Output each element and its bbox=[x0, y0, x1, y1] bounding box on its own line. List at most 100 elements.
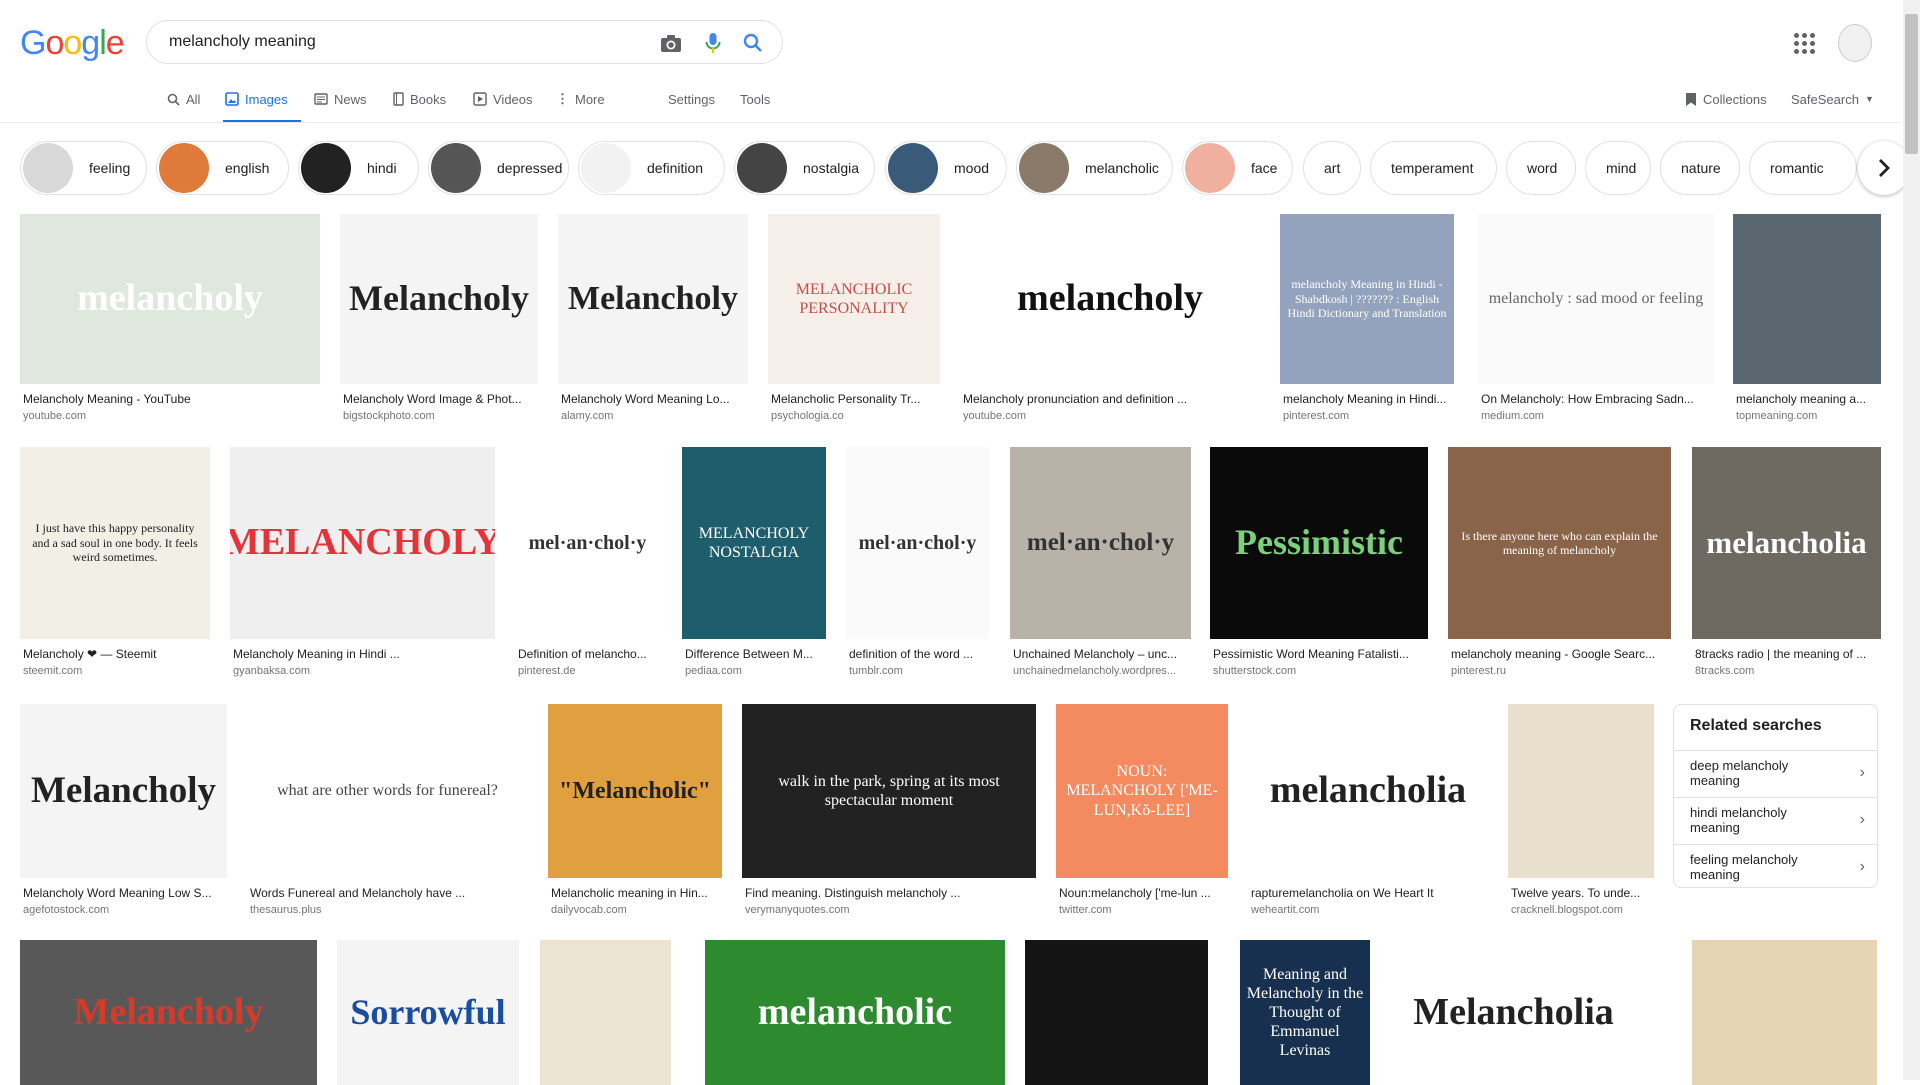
chip-english[interactable]: english bbox=[156, 141, 289, 195]
result-title[interactable]: Words Funereal and Melancholy have ... bbox=[250, 886, 527, 900]
result-title[interactable]: Melancholy pronunciation and definition … bbox=[963, 392, 1259, 406]
result-thumbnail[interactable]: melancholic bbox=[705, 940, 1005, 1085]
avatar[interactable] bbox=[1838, 24, 1872, 62]
result-thumbnail[interactable]: mel·an·chol·y bbox=[1010, 447, 1191, 639]
result-thumbnail[interactable] bbox=[1025, 940, 1208, 1085]
result-title[interactable]: Definition of melancho... bbox=[518, 647, 659, 661]
chip-nature[interactable]: nature bbox=[1660, 141, 1740, 195]
chip-face[interactable]: face bbox=[1182, 141, 1293, 195]
result-title[interactable]: Melancholy Word Meaning Lo... bbox=[561, 392, 747, 406]
settings-link[interactable]: Settings bbox=[668, 88, 715, 110]
video-icon bbox=[473, 92, 487, 106]
page-scrollbar[interactable] bbox=[1903, 0, 1920, 1080]
result-thumbnail[interactable]: what are other words for funereal? bbox=[247, 704, 528, 878]
result-thumbnail[interactable]: melancholy Meaning in Hindi - Shabdkosh … bbox=[1280, 214, 1454, 384]
result-thumbnail[interactable] bbox=[1508, 704, 1654, 878]
collections-link[interactable]: Collections bbox=[1685, 88, 1767, 110]
chip-nostalgia[interactable]: nostalgia bbox=[734, 141, 875, 195]
mic-icon[interactable] bbox=[701, 31, 725, 55]
result-thumbnail[interactable]: Melancholia bbox=[1392, 940, 1635, 1085]
more-vert-icon: ⋮ bbox=[556, 91, 569, 106]
tab-books[interactable]: Books bbox=[393, 88, 446, 110]
tab-more[interactable]: ⋮ More bbox=[556, 88, 605, 110]
chip-hindi[interactable]: hindi bbox=[298, 141, 419, 195]
chip-temperament[interactable]: temperament bbox=[1370, 141, 1497, 195]
thumbnail-text: melancholy bbox=[77, 277, 263, 320]
result-thumbnail[interactable]: melancholy : sad mood or feeling bbox=[1478, 214, 1714, 384]
result-thumbnail[interactable] bbox=[540, 940, 671, 1085]
result-thumbnail[interactable]: melancholy bbox=[960, 214, 1260, 384]
result-title[interactable]: rapturemelancholia on We Heart It bbox=[1251, 886, 1487, 900]
result-thumbnail[interactable]: melancholy bbox=[20, 214, 320, 384]
chip-art[interactable]: art bbox=[1303, 141, 1361, 195]
result-thumbnail[interactable]: Melancholy bbox=[20, 704, 227, 878]
chip-feeling[interactable]: feeling bbox=[20, 141, 147, 195]
result-title[interactable]: Find meaning. Distinguish melancholy ... bbox=[745, 886, 1035, 900]
result-title[interactable]: Unchained Melancholy – unc... bbox=[1013, 647, 1190, 661]
result-thumbnail[interactable]: NOUN: MELANCHOLY ['ME-LUN,Kŏ-LEE] bbox=[1056, 704, 1228, 878]
result-thumbnail[interactable]: I just have this happy personality and a… bbox=[20, 447, 210, 639]
chip-melancholic[interactable]: melancholic bbox=[1016, 141, 1173, 195]
chip-mind[interactable]: mind bbox=[1585, 141, 1651, 195]
google-logo[interactable]: Google bbox=[20, 24, 125, 63]
result-title[interactable]: On Melancholy: How Embracing Sadn... bbox=[1481, 392, 1713, 406]
related-search-item[interactable]: deep melancholy meaning › bbox=[1674, 750, 1877, 796]
thumbnail-text: melancholy : sad mood or feeling bbox=[1488, 290, 1704, 308]
result-title[interactable]: definition of the word ... bbox=[849, 647, 988, 661]
result-thumbnail[interactable]: melancholia bbox=[1248, 704, 1488, 878]
result-title[interactable]: Melancholy ❤ — Steemit bbox=[23, 647, 209, 661]
safesearch-toggle[interactable]: SafeSearch ▼ bbox=[1791, 88, 1874, 110]
result-title[interactable]: Melancholy Word Meaning Low S... bbox=[23, 886, 226, 900]
apps-icon[interactable] bbox=[1792, 31, 1816, 55]
chip-depressed[interactable]: depressed bbox=[428, 141, 569, 195]
chip-word[interactable]: word bbox=[1506, 141, 1576, 195]
result-thumbnail[interactable]: Melancholy bbox=[20, 940, 317, 1085]
result-source: verymanyquotes.com bbox=[745, 904, 850, 916]
result-thumbnail[interactable]: Meaning and Melancholy in the Thought of… bbox=[1240, 940, 1370, 1085]
result-title[interactable]: Noun:melancholy ['me-lun ... bbox=[1059, 886, 1227, 900]
result-thumbnail[interactable]: "Melancholic" bbox=[548, 704, 722, 878]
tab-all[interactable]: All bbox=[167, 88, 200, 110]
result-thumbnail[interactable]: Is there anyone here who can explain the… bbox=[1448, 447, 1671, 639]
result-title[interactable]: melancholy Meaning in Hindi... bbox=[1283, 392, 1453, 406]
result-thumbnail[interactable] bbox=[1733, 214, 1881, 384]
result-title[interactable]: Difference Between M... bbox=[685, 647, 825, 661]
related-search-item[interactable]: feeling melancholy meaning › bbox=[1674, 844, 1877, 890]
result-title[interactable]: Melancholy Word Image & Phot... bbox=[343, 392, 537, 406]
result-thumbnail[interactable]: mel·an·chol·y bbox=[515, 447, 660, 639]
result-thumbnail[interactable]: Melancholy bbox=[558, 214, 748, 384]
result-title[interactable]: 8tracks radio | the meaning of ... bbox=[1695, 647, 1880, 661]
tab-news[interactable]: News bbox=[314, 88, 367, 110]
result-title[interactable]: Twelve years. To unde... bbox=[1511, 886, 1653, 900]
result-thumbnail[interactable]: mel·an·chol·y bbox=[846, 447, 989, 639]
result-thumbnail[interactable]: Pessimistic bbox=[1210, 447, 1428, 639]
result-title[interactable]: Pessimistic Word Meaning Fatalisti... bbox=[1213, 647, 1427, 661]
result-thumbnail[interactable]: walk in the park, spring at its most spe… bbox=[742, 704, 1036, 878]
scrollbar-thumb[interactable] bbox=[1905, 14, 1918, 154]
search-icon[interactable] bbox=[741, 31, 765, 55]
chip-mood[interactable]: mood bbox=[885, 141, 1007, 195]
result-title[interactable]: Melancholic Personality Tr... bbox=[771, 392, 939, 406]
result-title[interactable]: Melancholic meaning in Hin... bbox=[551, 886, 721, 900]
camera-icon[interactable] bbox=[659, 31, 683, 55]
result-thumbnail[interactable]: Sorrowful bbox=[337, 940, 519, 1085]
chip-definition[interactable]: definition bbox=[578, 141, 725, 195]
tab-images[interactable]: Images bbox=[225, 88, 288, 110]
result-thumbnail[interactable]: MELANCHOLY NOSTALGIA bbox=[682, 447, 826, 639]
search-input[interactable] bbox=[167, 32, 651, 52]
result-thumbnail[interactable]: MELANCHOLY bbox=[230, 447, 495, 639]
related-search-item[interactable]: hindi melancholy meaning › bbox=[1674, 797, 1877, 843]
result-thumbnail[interactable] bbox=[1692, 940, 1877, 1085]
result-title[interactable]: Melancholy Meaning - YouTube bbox=[23, 392, 319, 406]
tab-videos[interactable]: Videos bbox=[473, 88, 533, 110]
result-thumbnail[interactable]: melancholia bbox=[1692, 447, 1881, 639]
result-title[interactable]: melancholy meaning - Google Searc... bbox=[1451, 647, 1670, 661]
result-source: youtube.com bbox=[963, 410, 1026, 422]
result-thumbnail[interactable]: Melancholy bbox=[340, 214, 538, 384]
tools-link[interactable]: Tools bbox=[740, 88, 770, 110]
result-thumbnail[interactable]: MELANCHOLIC PERSONALITY bbox=[768, 214, 940, 384]
result-title[interactable]: melancholy meaning a... bbox=[1736, 392, 1880, 406]
result-title[interactable]: Melancholy Meaning in Hindi ... bbox=[233, 647, 494, 661]
chip-romantic[interactable]: romantic bbox=[1749, 141, 1857, 195]
result-source: cracknell.blogspot.com bbox=[1511, 904, 1623, 916]
